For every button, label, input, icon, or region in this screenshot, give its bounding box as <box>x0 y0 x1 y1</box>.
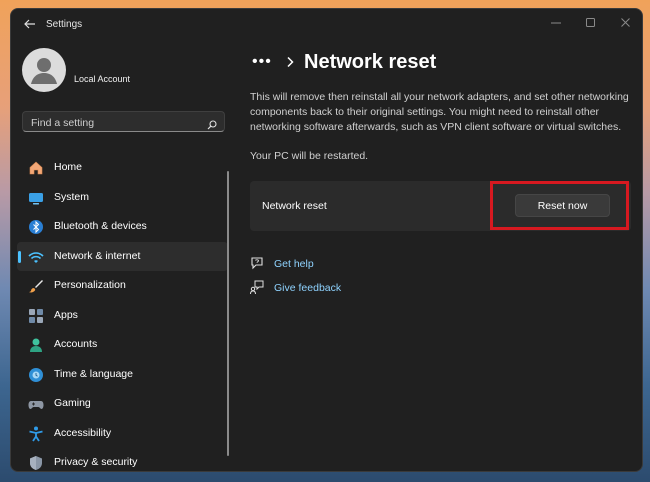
brush-icon <box>28 278 44 294</box>
sidebar-item-label: Bluetooth & devices <box>54 220 147 232</box>
close-button[interactable] <box>614 13 638 33</box>
sidebar-item-label: Accounts <box>54 338 98 350</box>
sidebar-item-label: Accessibility <box>54 426 112 439</box>
help-chat-icon <box>250 256 264 275</box>
sidebar-item-network[interactable]: Network & internet <box>17 241 228 271</box>
give-feedback-link[interactable]: Give feedback <box>274 282 341 294</box>
settings-window: Settings Local Account Find a setting Ho… <box>10 8 643 472</box>
sidebar-item-system[interactable]: System <box>17 183 228 213</box>
sidebar-item-apps[interactable]: Apps <box>17 301 228 331</box>
shield-icon <box>28 455 44 471</box>
sidebar-item-gaming[interactable]: Gaming <box>17 389 228 419</box>
sidebar-item-home[interactable]: Home <box>17 153 228 183</box>
window-title: Settings <box>46 19 83 30</box>
reset-description: This will remove then reinstall all your… <box>250 91 629 133</box>
apps-icon <box>28 308 44 324</box>
sidebar-item-label: Gaming <box>54 397 91 409</box>
user-silhouette-icon <box>31 58 57 84</box>
sidebar-item-personalization[interactable]: Personalization <box>17 271 228 301</box>
card-label: Network reset <box>262 200 327 212</box>
sidebar-item-label: Time & language <box>54 367 133 380</box>
wifi-icon <box>28 249 44 265</box>
sidebar-item-label: Personalization <box>54 279 126 291</box>
sidebar-item-privacy[interactable]: Privacy & security <box>17 448 228 471</box>
search-box[interactable]: Find a setting <box>22 111 225 132</box>
bluetooth-icon <box>28 219 44 235</box>
search-input[interactable]: Find a setting <box>31 117 94 129</box>
avatar[interactable] <box>22 48 66 92</box>
sidebar-nav: Home System Bluetooth & devices Network … <box>17 153 228 471</box>
sidebar-item-bluetooth[interactable]: Bluetooth & devices <box>17 212 228 242</box>
sidebar-scrollbar[interactable] <box>227 171 229 456</box>
account-name: Local Account <box>74 74 131 84</box>
sidebar-item-label: Network & internet <box>54 249 141 262</box>
chevron-right-icon <box>285 55 295 73</box>
search-icon[interactable] <box>207 117 217 135</box>
accessibility-icon <box>28 426 44 442</box>
breadcrumb-ellipsis[interactable]: ••• <box>252 53 272 71</box>
get-help-link[interactable]: Get help <box>274 258 314 270</box>
maximize-button[interactable] <box>579 13 603 33</box>
page-title: Network reset <box>304 51 437 73</box>
sidebar-item-label: System <box>54 190 90 203</box>
sidebar-item-accounts[interactable]: Accounts <box>17 330 228 360</box>
home-icon <box>28 160 44 176</box>
sidebar-item-accessibility[interactable]: Accessibility <box>17 419 228 449</box>
restart-note: Your PC will be restarted. <box>250 150 369 162</box>
sidebar-item-label: Home <box>54 161 83 173</box>
system-icon <box>28 190 44 206</box>
highlight-box <box>490 181 629 230</box>
globe-clock-icon <box>28 367 44 383</box>
sidebar-item-label: Privacy & security <box>54 456 138 468</box>
sidebar-item-time-language[interactable]: Time & language <box>17 360 228 390</box>
person-icon <box>28 337 44 353</box>
title-bar: Settings <box>11 9 642 41</box>
gamepad-icon <box>28 396 44 412</box>
sidebar-item-label: Apps <box>54 308 78 321</box>
back-arrow-icon[interactable] <box>23 17 37 31</box>
feedback-icon <box>250 280 264 299</box>
minimize-button[interactable] <box>544 13 568 33</box>
